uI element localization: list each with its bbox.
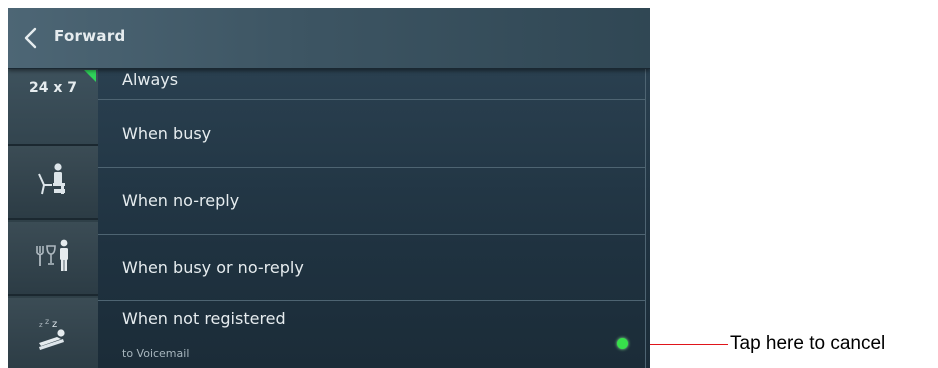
selected-indicator-dot[interactable] — [617, 338, 628, 349]
list-item-when-busy-or-no-reply[interactable]: When busy or no-reply — [98, 235, 646, 301]
person-at-desk-icon — [33, 160, 73, 204]
sleeping-zzz-icon: z z z — [31, 313, 75, 357]
list-item-label: Always — [122, 70, 179, 89]
svg-text:z: z — [45, 317, 49, 326]
chevron-left-icon[interactable] — [22, 26, 40, 50]
list-item-when-no-reply[interactable]: When no-reply — [98, 168, 646, 235]
fork-glass-person-icon — [31, 236, 75, 280]
list-item-label: When no-reply — [122, 191, 240, 210]
header-bar: Forward — [8, 8, 650, 69]
list-item-when-busy[interactable]: When busy — [98, 100, 646, 168]
list-item-label: When busy or no-reply — [122, 258, 304, 277]
page-title: Forward — [54, 27, 126, 45]
tab-24x7-label: 24 x 7 — [28, 80, 77, 96]
svg-text:z: z — [52, 319, 57, 330]
sidebar: 24 x 7 z z z — [8, 68, 98, 368]
list-item-label: When busy — [122, 124, 212, 143]
tab-night[interactable]: z z z — [8, 298, 98, 368]
tab-break[interactable] — [8, 222, 98, 296]
tab-office-hours[interactable] — [8, 146, 98, 220]
list-item-when-not-registered[interactable]: When not registered to Voicemail — [98, 301, 646, 368]
active-tab-indicator — [84, 70, 96, 82]
tab-24x7[interactable]: 24 x 7 — [8, 68, 98, 146]
annotation-label: Tap here to cancel — [730, 333, 886, 354]
phone-screen: Forward 24 x 7 z z z Always When busy Wh… — [8, 8, 650, 368]
list-item-sublabel: to Voicemail — [122, 347, 190, 360]
forward-options-list: Always When busy When no-reply When busy… — [98, 44, 650, 368]
list-item-label: When not registered — [122, 309, 286, 328]
svg-text:z: z — [39, 321, 43, 329]
